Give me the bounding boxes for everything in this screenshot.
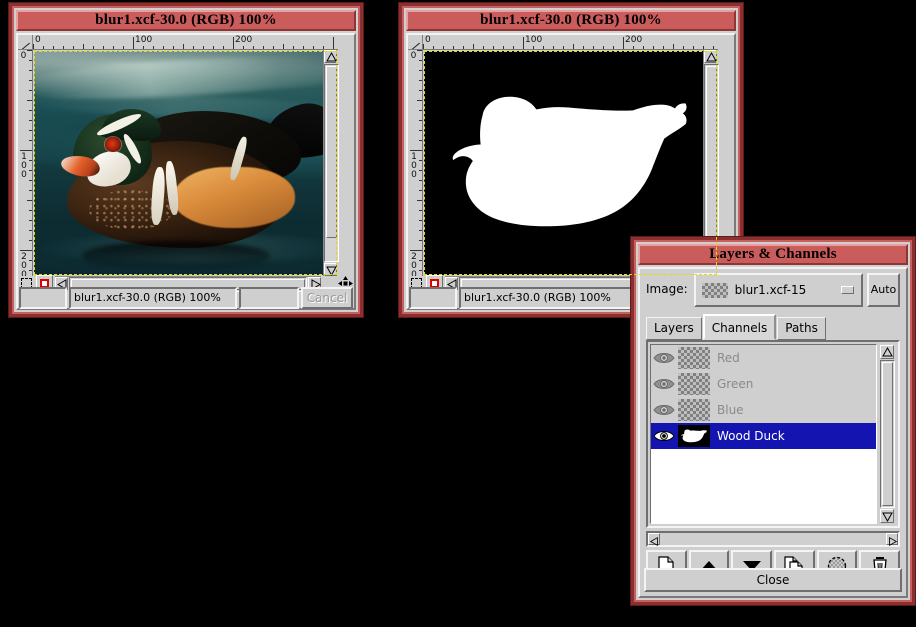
scroll-thumb[interactable]: [326, 66, 337, 239]
vertical-scrollbar-1[interactable]: [323, 50, 339, 277]
layers-channels-dialog[interactable]: Layers & Channels Image: blur1.xcf-15 Au…: [630, 236, 916, 606]
scroll-trough[interactable]: [324, 64, 339, 262]
ruler-h-label-200-w2: 200: [625, 35, 643, 45]
eye-icon[interactable]: [653, 402, 675, 418]
titlebar-layers-channels[interactable]: Layers & Channels: [638, 244, 908, 265]
status-left-cell: [19, 287, 67, 309]
titlebar-image-2[interactable]: blur1.xcf-30.0 (RGB) 100%: [406, 10, 736, 31]
list-scroll-up-button[interactable]: [880, 345, 894, 359]
ruler-origin-corner[interactable]: [18, 35, 33, 50]
channel-row-green[interactable]: Green: [651, 371, 876, 397]
ruler-h-label-200: 200: [235, 35, 253, 45]
scroll-up-button-2[interactable]: [704, 50, 717, 63]
titlebar-image-1[interactable]: blur1.xcf-30.0 (RGB) 100%: [16, 10, 356, 31]
canvas-image-1[interactable]: [34, 51, 337, 275]
image-selected-name: blur1.xcf-15: [734, 283, 807, 297]
eye-icon[interactable]: [653, 350, 675, 366]
channel-row-wood-duck[interactable]: Wood Duck: [651, 423, 876, 449]
ruler-origin-corner-2[interactable]: [408, 35, 423, 50]
horizontal-ruler: 0 100 200: [33, 35, 338, 50]
list-scroll-down-button[interactable]: [880, 509, 894, 523]
eye-icon[interactable]: [653, 376, 675, 392]
ruler-h-label-0: 0: [35, 35, 41, 45]
tab-channels[interactable]: Channels: [702, 314, 777, 340]
ruler-v-label-200-w2: 200: [409, 252, 419, 276]
ruler-h-label-100: 100: [135, 35, 153, 45]
list-scroll-thumb[interactable]: [882, 362, 893, 506]
image-label: Image:: [646, 282, 688, 296]
window-frame: Layers & Channels Image: blur1.xcf-15 Au…: [634, 240, 912, 602]
channel-thumbnail: [678, 425, 710, 447]
status-left-cell-2: [409, 287, 457, 309]
channel-thumbnail: [678, 347, 710, 369]
image-selector-row: Image: blur1.xcf-15 Auto: [646, 273, 900, 307]
status-message: blur1.xcf-30.0 (RGB) 100%: [69, 287, 237, 309]
close-button[interactable]: Close: [644, 568, 902, 592]
vertical-ruler-2: 0 100 200: [408, 50, 423, 276]
image-window-1[interactable]: blur1.xcf-30.0 (RGB) 100% 0 100 200 0 10…: [8, 2, 364, 318]
ruler-v-label-100: 100: [19, 152, 29, 179]
channel-name: Green: [717, 377, 754, 391]
layers-channels-body: Image: blur1.xcf-15 Auto Layers Channels…: [638, 267, 908, 598]
channel-thumbnail: [678, 399, 710, 421]
channel-list-scrollbar[interactable]: [879, 344, 896, 524]
scroll-trough-2[interactable]: [704, 64, 719, 262]
status-progress: [239, 287, 299, 309]
tab-layers[interactable]: Layers: [646, 317, 702, 340]
ruler-v-label-100-w2: 100: [409, 152, 419, 179]
channel-thumbnail: [678, 373, 710, 395]
ruler-v-label-200: 200: [19, 252, 29, 276]
channel-name: Wood Duck: [717, 429, 785, 443]
eye-icon[interactable]: [653, 428, 675, 444]
ruler-v-label-0: 0: [20, 51, 27, 61]
statusbar-image-1: blur1.xcf-30.0 (RGB) 100% Cancel: [19, 287, 353, 309]
list-scroll-trough[interactable]: [880, 360, 895, 508]
image-thumbnail: [701, 282, 728, 298]
hlist-scroll-left-button[interactable]: [648, 533, 660, 547]
channel-list[interactable]: Red Green Blue Wood Duck: [650, 344, 877, 524]
desktop: blur1.xcf-30.0 (RGB) 100% 0 100 200 0 10…: [0, 0, 916, 627]
scroll-down-button[interactable]: [324, 263, 337, 277]
image-option-menu[interactable]: blur1.xcf-15: [693, 273, 863, 307]
ruler-v-label-0-w2: 0: [410, 51, 417, 61]
tab-paths[interactable]: Paths: [777, 317, 826, 340]
option-menu-indicator: [841, 286, 854, 294]
channel-row-blue[interactable]: Blue: [651, 397, 876, 423]
channel-list-hscrollbar[interactable]: [646, 531, 900, 547]
channel-list-frame: Red Green Blue Wood Duck: [646, 340, 900, 528]
scroll-up-button[interactable]: [324, 50, 337, 63]
auto-button[interactable]: Auto: [867, 273, 900, 307]
scroll-thumb-2[interactable]: [706, 66, 717, 239]
channel-name: Blue: [717, 403, 744, 417]
ruler-h-label-100-w2: 100: [525, 35, 543, 45]
tab-bar: Layers Channels Paths: [646, 314, 900, 340]
image-window-1-body: 0 100 200 0 100 200 blur1.xcf-30.0 (RGB)…: [16, 33, 356, 310]
channel-name: Red: [717, 351, 740, 365]
channel-row-red[interactable]: Red: [651, 345, 876, 371]
ruler-h-label-0-w2: 0: [425, 35, 431, 45]
hlist-scroll-right-button[interactable]: [886, 533, 898, 547]
vertical-ruler: 0 100 200: [18, 50, 33, 276]
cancel-button[interactable]: Cancel: [301, 287, 353, 309]
wood-duck-photo: [34, 51, 337, 275]
dialog-action-area: Close: [644, 568, 902, 592]
window-frame: blur1.xcf-30.0 (RGB) 100% 0 100 200 0 10…: [12, 6, 360, 314]
horizontal-ruler-2: 0 100 200: [423, 35, 718, 50]
